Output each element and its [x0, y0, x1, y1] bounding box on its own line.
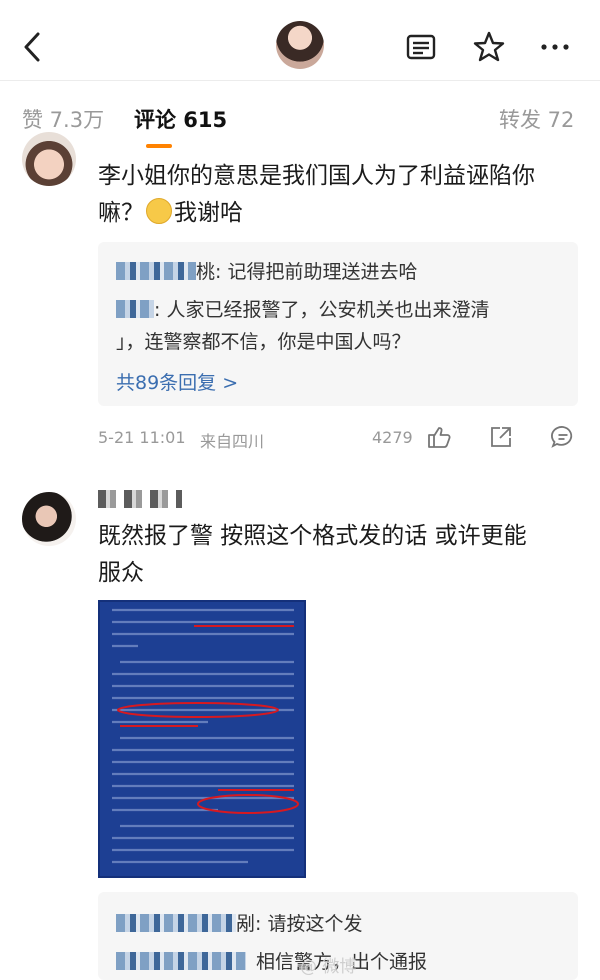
commenter-avatar[interactable]	[22, 492, 76, 546]
blurred-username	[116, 952, 246, 970]
reply-item[interactable]: 相信警方，出个通报	[116, 946, 427, 978]
like-count: 4279	[372, 428, 413, 447]
comment-text: 嘛？	[98, 200, 144, 226]
reader-mode-icon[interactable]	[404, 30, 438, 64]
comment-time: 5-21 11:01	[98, 428, 186, 447]
reply-text: : 记得把前助理送进去哈	[215, 261, 418, 283]
blurred-username	[116, 300, 154, 318]
tab-comments[interactable]: 评论 615	[134, 104, 227, 134]
blurred-username	[116, 914, 236, 932]
police-notice-image[interactable]	[98, 600, 306, 878]
comment-text-line: 既然报了警 按照这个格式发的话 或许更能	[98, 523, 527, 549]
thumbs-up-icon[interactable]	[426, 424, 452, 450]
comment-location: 来自四川	[200, 432, 265, 451]
blurred-username[interactable]	[98, 490, 182, 508]
header-divider	[0, 80, 600, 81]
tab-reposts[interactable]: 转发 72	[499, 104, 574, 134]
comment-text-line: 李小姐你的意思是我们国人为了利益诬陷你	[98, 163, 535, 189]
reply-text-line: 」，连警察都不信，你是中国人吗？	[116, 331, 411, 353]
commenter-avatar[interactable]	[22, 132, 76, 186]
more-replies-link[interactable]: 共89条回复 >	[116, 368, 238, 395]
reply-text: : 请按这个发	[255, 913, 363, 935]
comment-text-line: 服众	[98, 560, 144, 586]
comment-bubble-icon[interactable]	[550, 424, 576, 450]
more-horizontal-icon[interactable]	[538, 30, 572, 64]
reply-item[interactable]: 剐: 请按这个发	[116, 908, 362, 940]
author-avatar[interactable]	[276, 21, 324, 69]
blurred-username	[116, 262, 196, 280]
comment-text-line: 嘛？ 我谢哈	[98, 195, 578, 232]
reply-text: : 人家已经报警了，公安机关也出来澄清	[154, 299, 490, 321]
notice-image-lines	[112, 608, 299, 864]
reply-username: 剐	[236, 913, 256, 935]
watermark: @ 微博	[300, 957, 357, 977]
comment-text: 我谢哈	[174, 200, 243, 226]
star-icon[interactable]	[472, 30, 506, 64]
active-tab-indicator	[146, 144, 172, 148]
share-icon[interactable]	[488, 424, 514, 450]
thinking-emoji-icon	[146, 198, 172, 224]
reply-item[interactable]: 桃: 记得把前助理送进去哈	[116, 256, 566, 288]
reply-username: 桃	[196, 261, 216, 283]
reply-item[interactable]: : 人家已经报警了，公安机关也出来澄清	[116, 294, 566, 326]
tab-likes[interactable]: 赞 7.3万	[22, 104, 104, 134]
back-chevron-left-icon[interactable]	[18, 30, 48, 64]
